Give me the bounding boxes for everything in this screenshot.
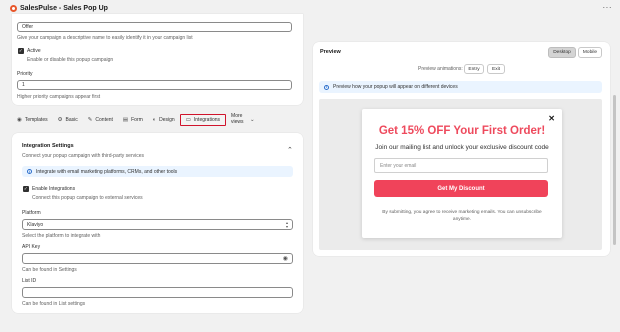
platform-select-value: Klaviyo: [27, 221, 44, 228]
info-icon: i: [324, 84, 329, 90]
list-id-help: Can be found in List settings: [22, 301, 86, 307]
preview-title: Preview: [320, 49, 341, 55]
preview-animations-label: Preview animations:: [418, 66, 463, 72]
animation-exit-button[interactable]: Exit: [487, 64, 505, 74]
device-desktop-button[interactable]: Desktop: [548, 47, 576, 58]
tab-design[interactable]: ◐ Design: [148, 114, 180, 126]
eye-icon[interactable]: ◉: [283, 255, 288, 262]
popup-email-input[interactable]: Enter your email: [374, 158, 548, 173]
page-scrollbar[interactable]: [613, 95, 616, 245]
integration-settings-subtitle: Connect your popup campaign with third-p…: [22, 153, 145, 159]
general-settings-card: Offer Give your campaign a descriptive n…: [12, 14, 303, 105]
enable-integrations-label: Enable Integrations: [32, 186, 76, 192]
active-checkbox[interactable]: ✓: [18, 48, 24, 54]
api-key-help: Can be found in Settings: [22, 267, 77, 273]
popup-headline: Get 15% OFF Your First Order!: [378, 125, 546, 137]
eye-icon: ◉: [17, 117, 22, 123]
close-icon[interactable]: ✕: [548, 114, 555, 123]
popup-preview: ✕ Get 15% OFF Your First Order! Join our…: [362, 109, 562, 238]
tab-templates[interactable]: ◉ Templates: [12, 114, 53, 126]
campaign-name-help: Give your campaign a descriptive name to…: [17, 35, 193, 41]
chevron-down-icon: ⌄: [250, 117, 255, 123]
more-horizontal-icon[interactable]: ···: [603, 3, 613, 12]
palette-icon: ◐: [152, 117, 157, 123]
priority-label: Priority: [17, 71, 33, 77]
tab-content[interactable]: ✎ Content: [83, 114, 118, 126]
app-logo-icon: [10, 5, 17, 12]
collapse-chevron-icon[interactable]: ⌃: [287, 146, 293, 154]
api-key-input[interactable]: ◉: [22, 253, 293, 264]
database-icon: ▭: [185, 117, 191, 123]
platform-select[interactable]: Klaviyo ▴ ▾: [22, 219, 293, 230]
integration-info-banner: i Integrate with email marketing platfor…: [22, 166, 293, 177]
api-key-label: API Key: [22, 244, 41, 250]
priority-help: Higher priority campaigns appear first: [17, 94, 101, 100]
enable-integrations-checkbox[interactable]: ✓: [23, 186, 29, 192]
enable-integrations-help: Connect this popup campaign to external …: [32, 195, 143, 201]
info-icon: i: [27, 169, 32, 174]
integration-info-text: Integrate with email marketing platforms…: [36, 168, 178, 175]
active-help: Enable or disable this popup campaign: [27, 57, 114, 63]
pencil-icon: ✎: [87, 117, 93, 123]
tab-more-views[interactable]: More views ⌄: [226, 113, 260, 126]
tab-basic[interactable]: ⚙ Basic: [53, 114, 83, 126]
gear-icon: ⚙: [57, 117, 63, 123]
integration-settings-card: Integration Settings Connect your popup …: [12, 133, 303, 313]
popup-cta-button[interactable]: Get My Discount: [374, 180, 548, 197]
tab-integrations[interactable]: ▭ Integrations: [179, 114, 227, 126]
popup-subheadline: Join our mailing list and unlock your ex…: [375, 144, 549, 151]
priority-input[interactable]: 1: [17, 80, 292, 90]
editor-tabs: ◉ Templates ⚙ Basic ✎ Content ▤ Form ◐ Design…: [12, 113, 302, 127]
campaign-name-input[interactable]: Offer: [17, 22, 292, 32]
tab-form[interactable]: ▤ Form: [118, 114, 148, 126]
device-mobile-button[interactable]: Mobile: [578, 47, 602, 58]
select-arrows-icon: ▴ ▾: [285, 220, 288, 229]
platform-label: Platform: [22, 210, 41, 216]
list-id-input[interactable]: [22, 287, 293, 298]
app-title: SalesPulse - Sales Pop Up: [20, 5, 108, 12]
integration-settings-title: Integration Settings: [22, 143, 74, 149]
preview-info-banner: i Preview how your popup will appear on …: [319, 81, 602, 93]
active-label: Active: [27, 48, 41, 54]
document-icon: ▤: [122, 117, 129, 123]
animation-entry-button[interactable]: Entry: [464, 64, 484, 74]
popup-disclaimer: By submitting, you agree to receive mark…: [382, 210, 542, 223]
list-id-label: List ID: [22, 278, 37, 284]
preview-info-text: Preview how your popup will appear on di…: [333, 84, 458, 90]
platform-help: Select the platform to integrate with: [22, 233, 101, 239]
